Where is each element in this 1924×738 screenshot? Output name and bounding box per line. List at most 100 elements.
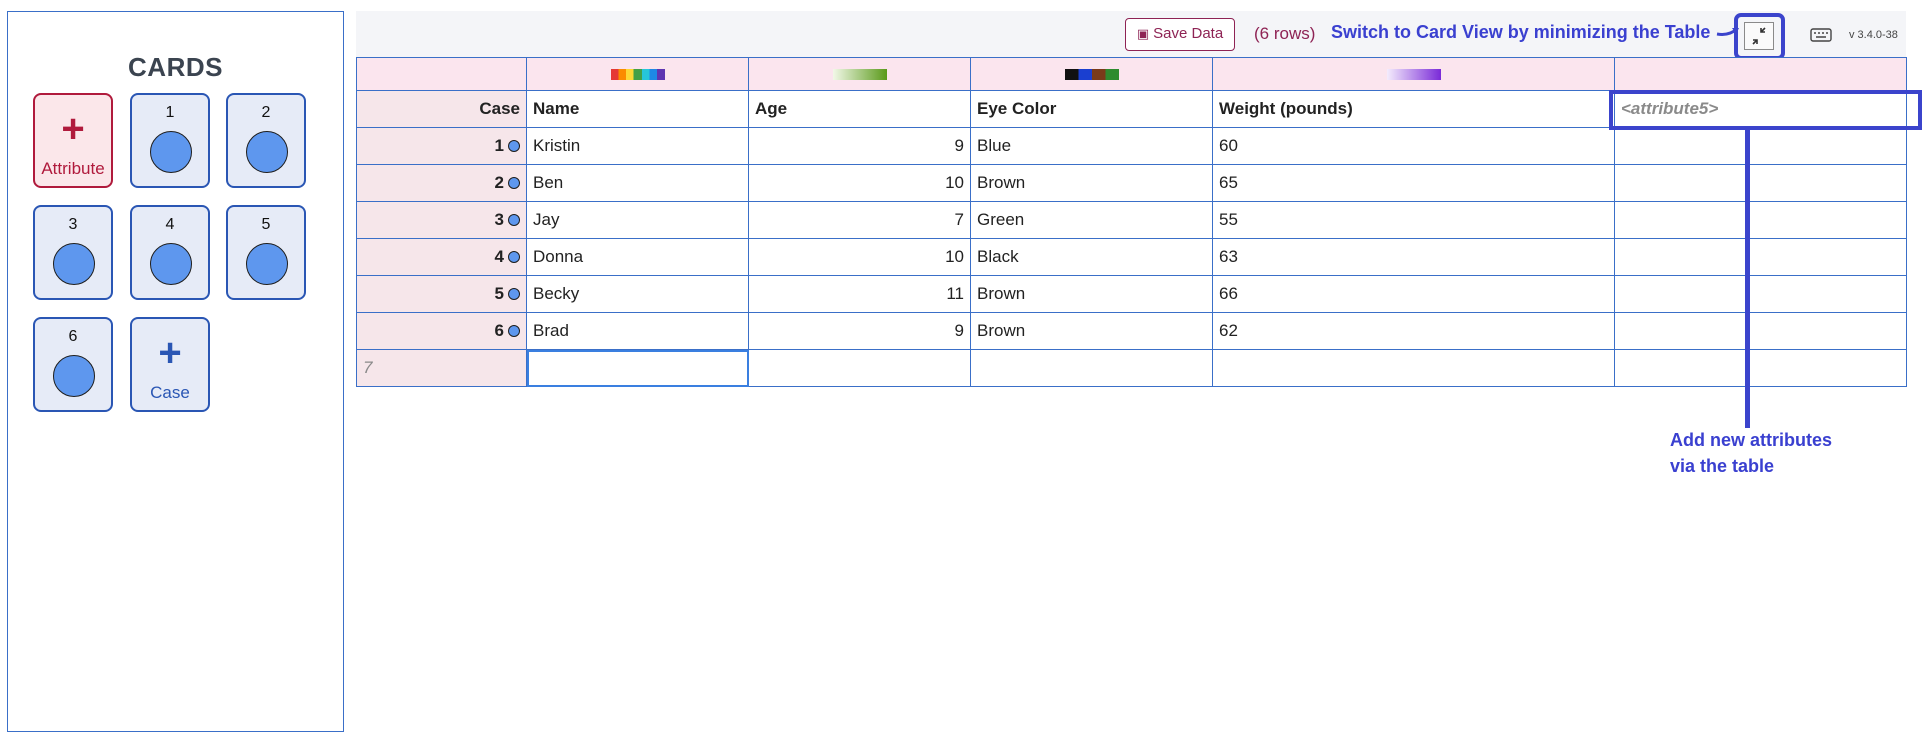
age-cell[interactable]: 11 — [748, 275, 971, 313]
keyboard-icon[interactable] — [1810, 25, 1832, 45]
age-cell[interactable]: 7 — [748, 201, 971, 239]
new-weight-cell[interactable] — [1212, 349, 1615, 387]
add-case-label: Case — [150, 383, 190, 402]
header-eye-color[interactable]: Eye Color — [970, 90, 1213, 128]
new-eye-color-cell[interactable] — [970, 349, 1213, 387]
header-case[interactable]: Case — [356, 90, 527, 128]
eye-color-cell[interactable]: Brown — [970, 275, 1213, 313]
new-attribute-highlight-box — [1609, 90, 1922, 130]
weight-cell[interactable]: 65 — [1212, 164, 1615, 202]
case-index-cell[interactable]: 6 — [356, 312, 527, 350]
name-cell[interactable]: Ben — [526, 164, 749, 202]
age-cell[interactable]: 10 — [748, 238, 971, 276]
case-card-3[interactable]: 3 — [33, 205, 113, 300]
disk-icon: ▣ — [1136, 26, 1150, 41]
eye-color-swatch-icon — [1064, 69, 1119, 81]
switch-view-annotation-text: Switch to Card View by minimizing the Ta… — [1331, 22, 1711, 42]
case-dot-icon — [508, 177, 520, 189]
attribute5-cell[interactable] — [1614, 127, 1907, 165]
save-data-label: Save Data — [1153, 25, 1224, 42]
weight-cell[interactable]: 60 — [1212, 127, 1615, 165]
case-card-6[interactable]: 6 — [33, 317, 113, 412]
new-case-row: 7 — [356, 349, 1907, 387]
table-row: 6 Brad 9 Brown 62 — [356, 312, 1907, 350]
save-data-button[interactable]: ▣ Save Data — [1125, 18, 1235, 51]
weight-cell[interactable]: 63 — [1212, 238, 1615, 276]
case-dot-icon — [53, 355, 95, 397]
case-card-5[interactable]: 5 — [226, 205, 306, 300]
eye-color-cell[interactable]: Brown — [970, 164, 1213, 202]
attribute5-cell[interactable] — [1614, 164, 1907, 202]
case-number: 3 — [494, 210, 504, 229]
color-swatch-row — [356, 57, 1907, 91]
table-toolbar: ▣ Save Data (6 rows) Switch to Card View … — [356, 11, 1906, 60]
case-dot-icon — [508, 251, 520, 263]
case-dot-icon — [508, 325, 520, 337]
swatch-cell-eye-color[interactable] — [970, 57, 1213, 91]
swatch-cell-case — [356, 57, 527, 91]
name-cell[interactable]: Becky — [526, 275, 749, 313]
plus-icon: + — [158, 331, 182, 375]
case-card-number: 3 — [68, 216, 78, 233]
attribute5-cell[interactable] — [1614, 201, 1907, 239]
swatch-cell-attribute5 — [1614, 57, 1907, 91]
numeric-green-swatch-icon — [832, 69, 887, 81]
case-number: 4 — [494, 247, 504, 266]
name-cell[interactable]: Donna — [526, 238, 749, 276]
eye-color-cell[interactable]: Black — [970, 238, 1213, 276]
header-weight[interactable]: Weight (pounds) — [1212, 90, 1615, 128]
weight-cell[interactable]: 55 — [1212, 201, 1615, 239]
case-number: 6 — [494, 321, 504, 340]
header-name[interactable]: Name — [526, 90, 749, 128]
add-attributes-annotation: Add new attributes via the table — [1670, 427, 1910, 479]
new-case-index-cell[interactable]: 7 — [356, 349, 527, 387]
case-index-cell[interactable]: 1 — [356, 127, 527, 165]
swatch-cell-age[interactable] — [748, 57, 971, 91]
case-dot-icon — [246, 243, 288, 285]
attribute5-cell[interactable] — [1614, 312, 1907, 350]
categorical-swatch-icon — [610, 69, 665, 81]
case-card-1[interactable]: 1 — [130, 93, 210, 188]
name-cell[interactable]: Brad — [526, 312, 749, 350]
swatch-cell-name[interactable] — [526, 57, 749, 91]
attribute5-cell[interactable] — [1614, 238, 1907, 276]
switch-view-annotation: Switch to Card View by minimizing the Ta… — [1331, 22, 1741, 43]
case-card-number: 6 — [68, 328, 78, 345]
name-cell[interactable]: Kristin — [526, 127, 749, 165]
add-attribute-label: Attribute — [41, 159, 105, 178]
header-age[interactable]: Age — [748, 90, 971, 128]
age-cell[interactable]: 9 — [748, 312, 971, 350]
eye-color-cell[interactable]: Blue — [970, 127, 1213, 165]
row-count: (6 rows) — [1254, 24, 1316, 43]
case-card-2[interactable]: 2 — [226, 93, 306, 188]
new-age-cell[interactable] — [748, 349, 971, 387]
case-number: 1 — [494, 136, 504, 155]
add-attribute-button[interactable]: + Attribute — [33, 93, 113, 188]
case-index-cell[interactable]: 2 — [356, 164, 527, 202]
case-index-cell[interactable]: 5 — [356, 275, 527, 313]
new-name-input-cell[interactable] — [526, 349, 749, 387]
case-index-cell[interactable]: 3 — [356, 201, 527, 239]
add-attributes-annotation-line1: Add new attributes — [1670, 430, 1833, 450]
add-case-button[interactable]: + Case — [130, 317, 210, 412]
weight-cell[interactable]: 66 — [1212, 275, 1615, 313]
age-cell[interactable]: 10 — [748, 164, 971, 202]
case-dot-icon — [508, 214, 520, 226]
attribute5-cell[interactable] — [1614, 275, 1907, 313]
eye-color-cell[interactable]: Green — [970, 201, 1213, 239]
swatch-cell-weight[interactable] — [1212, 57, 1615, 91]
case-dot-icon — [53, 243, 95, 285]
eye-color-cell[interactable]: Brown — [970, 312, 1213, 350]
age-cell[interactable]: 9 — [748, 127, 971, 165]
table-row: 2 Ben 10 Brown 65 — [356, 164, 1907, 202]
weight-cell[interactable]: 62 — [1212, 312, 1615, 350]
case-index-cell[interactable]: 4 — [356, 238, 527, 276]
case-dot-icon — [508, 140, 520, 152]
new-attribute5-cell[interactable] — [1614, 349, 1907, 387]
case-card-4[interactable]: 4 — [130, 205, 210, 300]
case-dot-icon — [508, 288, 520, 300]
case-dot-icon — [150, 243, 192, 285]
annotation-pointer-line — [1745, 128, 1750, 428]
name-cell[interactable]: Jay — [526, 201, 749, 239]
case-card-number: 1 — [165, 104, 175, 121]
